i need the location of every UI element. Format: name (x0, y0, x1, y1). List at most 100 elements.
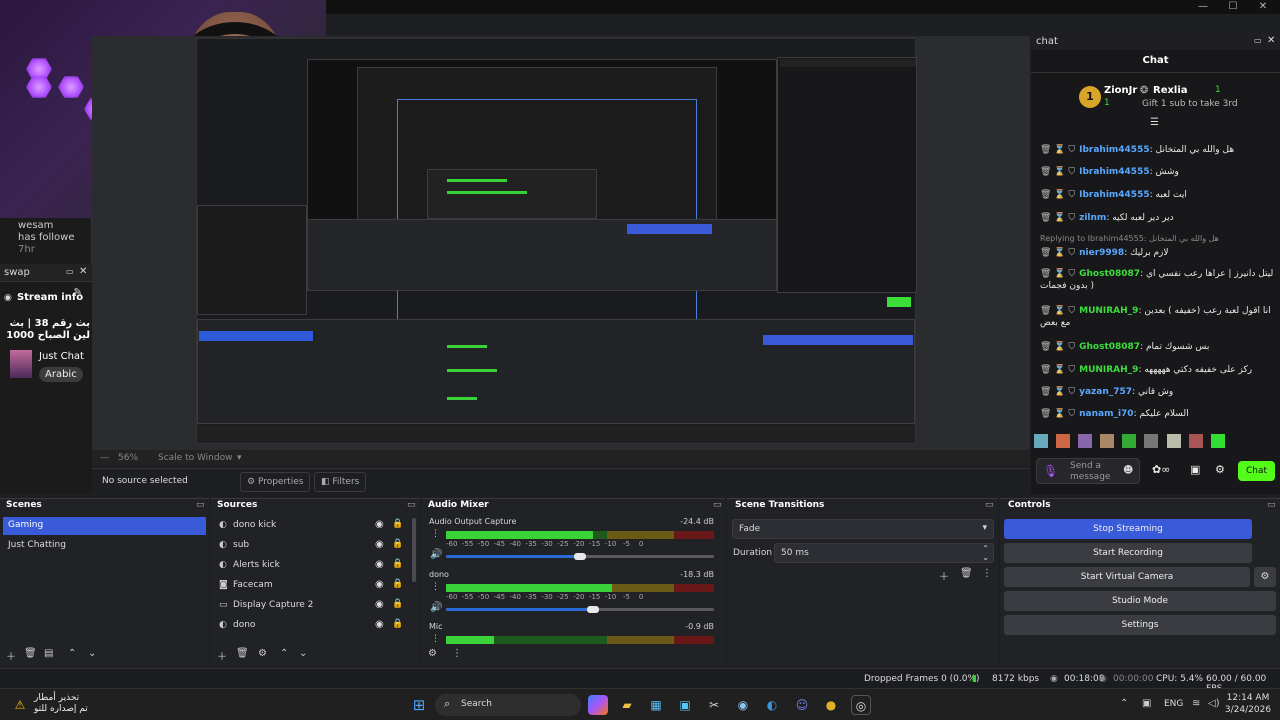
chat-username[interactable]: Ibrahim44555 (1079, 190, 1149, 200)
chat-username[interactable]: Ghost08087 (1079, 269, 1140, 279)
chat-username[interactable]: nier9998 (1079, 248, 1124, 258)
input-language[interactable]: ENG (1164, 699, 1183, 709)
weather-alert[interactable]: تحذير أمطار تم إصداره للتو (34, 693, 88, 715)
source-item[interactable]: ◐ dono kick ◉ 🔒 (214, 516, 410, 536)
mod-tools-icon[interactable]: 🗑 ⌛ ⛉ (1040, 167, 1075, 177)
popout-icon[interactable]: ▭ (196, 500, 205, 510)
emote-icon[interactable] (1056, 434, 1071, 448)
edge-icon[interactable]: ◐ (762, 695, 782, 715)
properties-button[interactable]: ⚙ Properties (240, 472, 311, 492)
add-icon[interactable]: ＋ (217, 648, 227, 663)
spin-icon[interactable]: ⌃ ⌄ (982, 544, 989, 562)
steam-icon[interactable]: ◉ (733, 695, 753, 715)
filter-icon[interactable]: ☰ (1150, 117, 1159, 128)
chrome-icon[interactable]: ● (821, 695, 841, 715)
move-up-icon[interactable]: ⌃ (68, 648, 76, 659)
eye-icon[interactable]: ◉ (375, 579, 384, 590)
move-down-icon[interactable]: ⌄ (299, 648, 307, 659)
chat-username[interactable]: MUNIRAH_9 (1079, 365, 1138, 375)
minimize-icon[interactable]: — (1190, 0, 1216, 14)
add-icon[interactable]: ＋ (939, 568, 949, 583)
lock-icon[interactable]: 🔒 (392, 619, 403, 629)
mod-tools-icon[interactable]: 🗑 ⌛ ⛉ (1040, 145, 1075, 155)
scrollbar[interactable] (412, 518, 416, 582)
duration-input[interactable]: 50 ms ⌃ ⌄ (774, 543, 994, 563)
maximize-icon[interactable]: ☐ (1220, 0, 1246, 14)
chat-username[interactable]: MUNIRAH_9 (1079, 306, 1138, 316)
chat-input[interactable]: 🎙 Send a message ☻ (1036, 458, 1140, 484)
emote-icon[interactable] (1144, 434, 1159, 448)
filter-icon[interactable]: ▤ (44, 648, 53, 659)
scene-item[interactable]: Just Chatting (3, 537, 206, 555)
source-item[interactable]: ◐ dono ◉ 🔒 (214, 616, 410, 636)
close-icon[interactable]: ✕ (79, 266, 87, 277)
store-icon[interactable]: ▣ (1190, 463, 1200, 476)
gift-icon[interactable]: ✿∞ (1152, 463, 1170, 476)
discord-icon[interactable]: ☺ (792, 695, 812, 715)
chat-username[interactable]: nanam_i70 (1079, 409, 1133, 419)
photos-icon[interactable]: ▣ (675, 695, 695, 715)
scene-item[interactable]: Gaming (3, 517, 206, 535)
lock-icon[interactable]: 🔒 (392, 539, 403, 549)
chat-username[interactable]: yazan_757 (1079, 387, 1132, 397)
snipping-icon[interactable]: ✂ (704, 695, 724, 715)
chat-send-button[interactable]: Chat (1238, 461, 1275, 481)
mod-tools-icon[interactable]: 🗑 ⌛ ⛉ (1040, 387, 1075, 397)
transition-select[interactable]: Fade ▾ (732, 519, 994, 539)
eye-icon[interactable]: ◉ (375, 539, 384, 550)
chat-username[interactable]: Ibrahim44555 (1079, 145, 1149, 155)
emote-icon[interactable] (1166, 434, 1181, 448)
speaker-icon[interactable]: 🔊 (430, 602, 442, 613)
emote-icon[interactable] (1122, 434, 1137, 448)
emote-icon[interactable] (1078, 434, 1093, 448)
chevron-down-icon[interactable]: ▾ (237, 453, 242, 463)
mic-icon[interactable]: 🎙 (1043, 464, 1058, 478)
move-up-icon[interactable]: ⌃ (280, 648, 288, 659)
add-icon[interactable]: ＋ (6, 648, 16, 663)
trash-icon[interactable]: 🗑 (960, 568, 973, 579)
volume-slider-knob[interactable] (574, 553, 586, 560)
move-down-icon[interactable]: ⌄ (88, 648, 96, 659)
gear-icon[interactable]: ⚙ (1215, 463, 1225, 476)
mod-tools-icon[interactable]: 🗑 ⌛ ⛉ (1040, 269, 1075, 279)
popout-icon[interactable]: ▭ (1267, 500, 1276, 510)
source-item[interactable]: ◐ Alerts kick ◉ 🔒 (214, 556, 410, 576)
store-icon[interactable]: ▦ (646, 695, 666, 715)
trash-icon[interactable]: 🗑 (24, 648, 37, 659)
source-item[interactable]: ◐ sub ◉ 🔒 (214, 536, 410, 556)
more-options-icon[interactable]: ⋮ (431, 634, 440, 644)
emote-icon[interactable] (1210, 434, 1225, 448)
more-options-icon[interactable]: ⋮ (982, 568, 992, 579)
chat-username[interactable]: Ibrahim44555 (1079, 167, 1149, 177)
popout-icon[interactable]: ▭ (1254, 36, 1262, 45)
emote-icon[interactable] (1034, 434, 1048, 448)
more-options-icon[interactable]: ⋮ (452, 648, 462, 659)
windows-start-icon[interactable]: ⊞ (409, 695, 429, 715)
lock-icon[interactable]: 🔒 (392, 559, 403, 569)
settings-button[interactable]: Settings (1004, 615, 1276, 635)
source-item[interactable]: ▭ Display Capture 2 ◉ 🔒 (214, 596, 410, 616)
eye-icon[interactable]: ◉ (375, 519, 384, 530)
copilot-icon[interactable] (588, 695, 608, 715)
mod-tools-icon[interactable]: 🗑 ⌛ ⛉ (1040, 306, 1075, 316)
eye-icon[interactable]: ◉ (375, 619, 384, 630)
tray-app-icon[interactable]: ▣ (1142, 698, 1151, 709)
stop-streaming-button[interactable]: Stop Streaming (1004, 519, 1252, 539)
eye-icon[interactable]: ◉ (375, 599, 384, 610)
tray-arrow-icon[interactable]: ⌃ (1120, 698, 1128, 709)
wifi-icon[interactable]: ≋ (1192, 698, 1200, 709)
edit-icon[interactable]: ✎ (74, 287, 82, 298)
more-options-icon[interactable]: ⋮ (431, 582, 440, 592)
speaker-icon[interactable]: 🔊 (430, 549, 442, 560)
emote-icon[interactable] (1100, 434, 1115, 448)
mod-tools-icon[interactable]: 🗑 ⌛ ⛉ (1040, 409, 1075, 419)
emoji-icon[interactable]: ☻ (1123, 465, 1133, 476)
filters-button[interactable]: ◧ Filters (314, 472, 367, 492)
trash-icon[interactable]: 🗑 (236, 648, 249, 659)
mod-tools-icon[interactable]: 🗑 ⌛ ⛉ (1040, 342, 1075, 352)
close-icon[interactable]: ✕ (1250, 0, 1276, 14)
file-explorer-icon[interactable]: ▰ (617, 695, 637, 715)
studio-mode-button[interactable]: Studio Mode (1004, 591, 1276, 611)
popout-icon[interactable]: ▭ (713, 500, 722, 510)
obs-icon[interactable]: ◎ (851, 695, 871, 715)
